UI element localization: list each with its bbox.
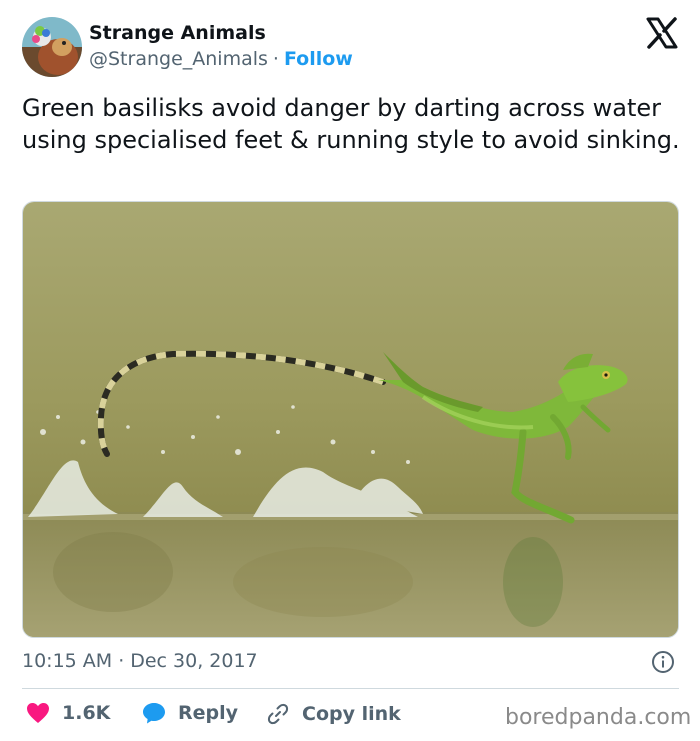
reply-button[interactable]: Reply <box>142 702 238 724</box>
tweet-meta: 10:15 AM · Dec 30, 2017 <box>22 650 258 672</box>
tweet-time[interactable]: 10:15 AM <box>22 650 112 672</box>
like-count: 1.6K <box>62 702 111 724</box>
handle-separator: · <box>272 48 279 70</box>
info-icon[interactable] <box>651 650 675 674</box>
x-logo-icon[interactable] <box>645 16 679 50</box>
author-handle-row: @Strange_Animals · Follow <box>89 48 353 70</box>
heart-icon <box>27 703 49 723</box>
copy-link-button[interactable]: Copy link <box>266 702 401 726</box>
avatar-image <box>22 17 82 77</box>
reply-label: Reply <box>178 702 239 724</box>
like-button[interactable]: 1.6K <box>26 702 110 724</box>
avatar[interactable] <box>22 17 82 77</box>
author-name[interactable]: Strange Animals <box>89 22 266 44</box>
tweet-text: Green basilisks avoid danger by darting … <box>22 94 680 154</box>
watermark: boredpanda.com <box>505 705 692 730</box>
divider <box>22 688 679 689</box>
copy-link-label: Copy link <box>302 703 401 725</box>
reply-bubble-icon <box>143 703 165 724</box>
basilisk-photo <box>23 202 678 637</box>
link-icon <box>267 703 289 725</box>
tweet-photo[interactable] <box>22 201 679 638</box>
tweet-card: Strange Animals @Strange_Animals · Follow … <box>0 0 700 741</box>
tweet-date[interactable]: Dec 30, 2017 <box>130 650 257 672</box>
meta-separator: · <box>118 650 125 672</box>
author-handle[interactable]: @Strange_Animals <box>89 48 268 70</box>
follow-button[interactable]: Follow <box>284 48 353 70</box>
